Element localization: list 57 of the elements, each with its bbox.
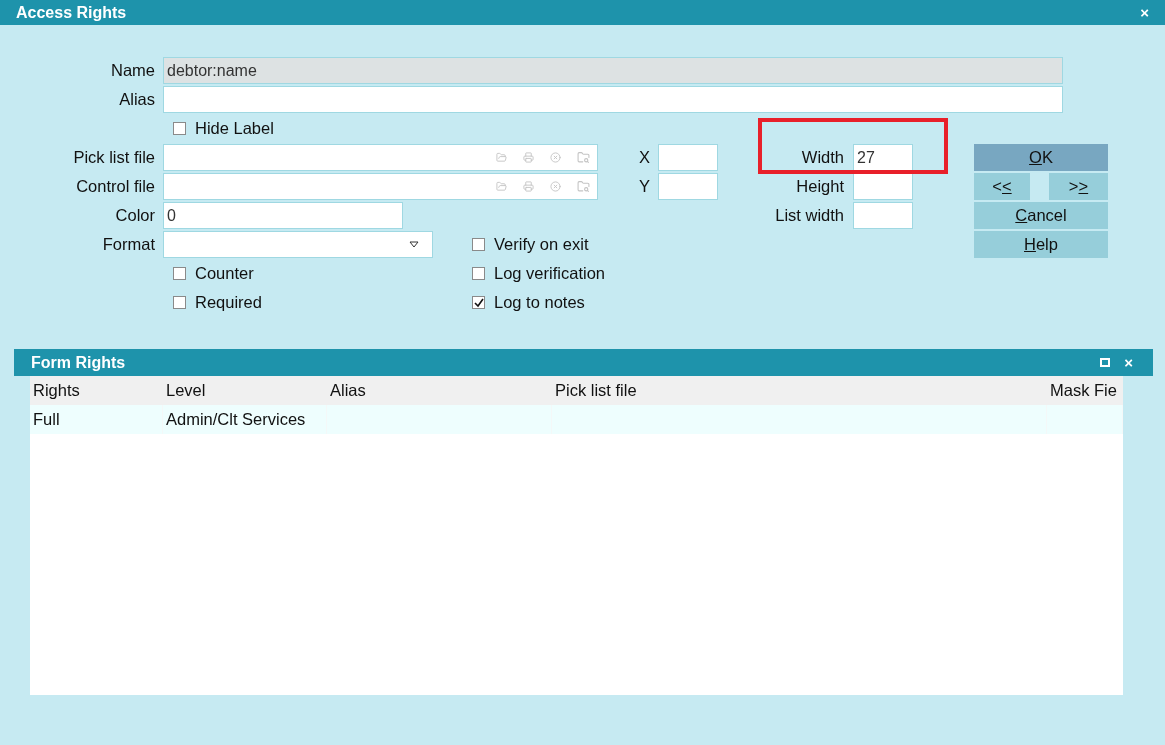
printer-icon[interactable]	[523, 181, 534, 192]
window-title: Access Rights	[16, 3, 127, 22]
checkbox[interactable]	[173, 296, 186, 309]
field-label: Color	[115, 206, 155, 225]
dropdown-caret-icon	[409, 241, 419, 248]
checkbox-label[interactable]: Log to notes	[472, 293, 585, 312]
folder-icon[interactable]	[496, 152, 507, 163]
checkbox-label[interactable]: Hide Label	[163, 119, 274, 138]
maximize-icon[interactable]	[1100, 358, 1111, 367]
close-button[interactable]: ×	[1138, 5, 1151, 20]
field-label: Alias	[119, 90, 155, 109]
field-label: Y	[639, 177, 651, 196]
close-button[interactable]: ×	[1122, 355, 1135, 370]
checkbox[interactable]	[472, 267, 485, 280]
column-header[interactable]: Rights	[30, 376, 163, 405]
table-cell: Admin/Clt Services	[163, 405, 327, 434]
field-label: X	[639, 148, 651, 167]
input-field[interactable]	[853, 173, 913, 200]
input-field[interactable]	[658, 173, 718, 200]
dialog-button[interactable]: >>	[1049, 173, 1108, 200]
dialog-button[interactable]: Help	[974, 231, 1108, 258]
file-path-field[interactable]	[163, 173, 598, 200]
field-label: Name	[111, 61, 155, 80]
field-label: Pick list file	[73, 148, 155, 167]
dialog-button[interactable]: <<	[974, 173, 1030, 200]
clear-icon[interactable]	[550, 181, 561, 192]
checkbox[interactable]	[472, 238, 485, 251]
printer-icon[interactable]	[523, 152, 534, 163]
field-label: Control file	[76, 177, 155, 196]
table-cell: Full	[30, 405, 163, 434]
field-label: Format	[102, 235, 155, 254]
field-label: List width	[775, 206, 845, 225]
checkbox[interactable]	[173, 122, 186, 135]
dialog-button[interactable]: OK	[974, 144, 1108, 171]
column-header[interactable]: Level	[163, 376, 327, 405]
folder-icon[interactable]	[496, 181, 507, 192]
checkbox-label[interactable]: Log verification	[472, 264, 605, 283]
input-field[interactable]	[163, 86, 1063, 113]
input-field[interactable]	[853, 202, 913, 229]
checkbox[interactable]	[173, 267, 186, 280]
field-label: Width	[801, 148, 845, 167]
input-field[interactable]	[658, 144, 718, 171]
checkbox-label[interactable]: Counter	[163, 264, 254, 283]
column-header[interactable]: Pick list file	[552, 376, 1047, 405]
clear-icon[interactable]	[550, 152, 561, 163]
checkbox[interactable]	[472, 296, 485, 309]
column-header[interactable]: Mask Fie	[1047, 376, 1123, 405]
file-path-field[interactable]	[163, 144, 598, 171]
field-label: Height	[796, 177, 845, 196]
panel-title: Form Rights	[31, 353, 126, 372]
column-header[interactable]: Alias	[327, 376, 552, 405]
dialog-button[interactable]: Cancel	[974, 202, 1108, 229]
checkbox-label[interactable]: Required	[163, 293, 262, 312]
folder-search-icon[interactable]	[577, 180, 590, 193]
format-dropdown[interactable]	[163, 231, 433, 258]
folder-search-icon[interactable]	[577, 151, 590, 164]
checkbox-label[interactable]: Verify on exit	[472, 235, 589, 254]
